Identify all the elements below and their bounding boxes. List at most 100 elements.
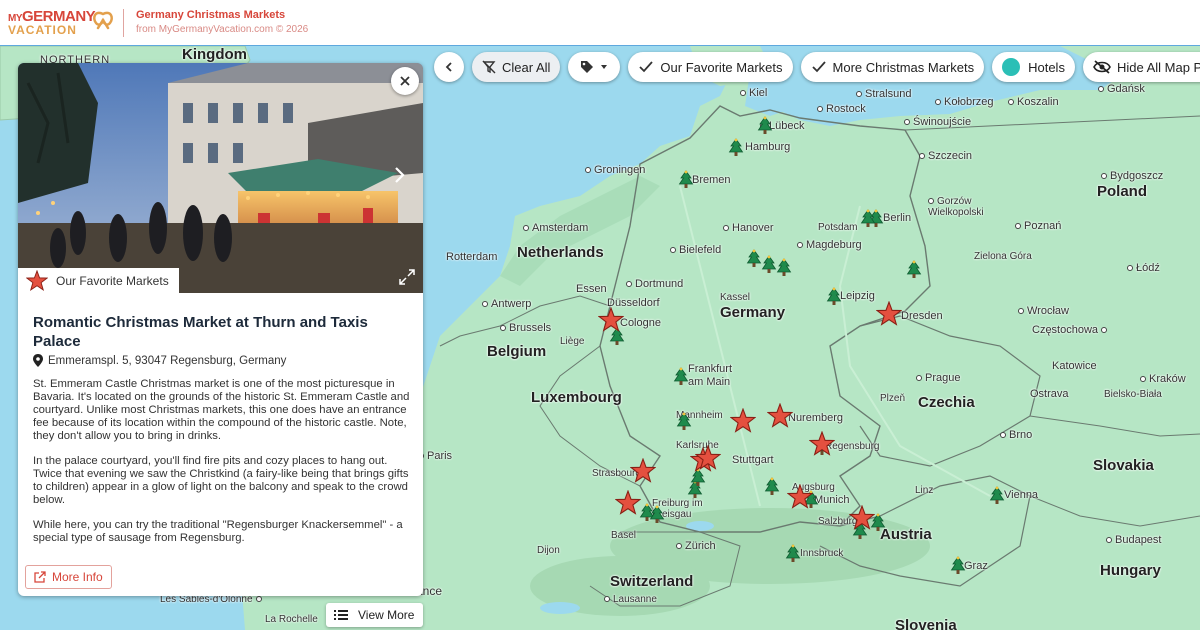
city-label: Świnoujście: [904, 116, 971, 128]
star-marker-icon: [26, 270, 48, 291]
country-label: Belgium: [487, 343, 547, 360]
hide-points-button[interactable]: Hide All Map Points: [1082, 52, 1200, 82]
description-paragraph: In the palace courtyard, you'll find fir…: [33, 455, 409, 506]
city-label: Frankfurt am Main: [688, 363, 733, 388]
city-label: Poznań: [1015, 220, 1061, 232]
city-label: Vienna: [1004, 489, 1039, 501]
favorite-market-marker[interactable]: [614, 489, 642, 516]
expand-icon[interactable]: [398, 268, 416, 286]
city-label: Graz: [964, 560, 988, 572]
christmas-market-marker[interactable]: [989, 486, 1005, 506]
country-label: Hungary: [1100, 562, 1161, 579]
filter-off-icon: [482, 60, 496, 74]
more-info-label: More Info: [52, 570, 103, 584]
favorite-market-marker[interactable]: [848, 504, 876, 531]
pretzel-icon: [93, 11, 113, 30]
city-label: Nuremberg: [788, 412, 844, 424]
city-label: Bremen: [692, 174, 731, 186]
city-label: Częstochowa: [1032, 324, 1110, 336]
christmas-market-marker[interactable]: [676, 412, 692, 432]
city-label: La Rochelle: [265, 614, 318, 625]
city-label: Prague: [916, 372, 960, 384]
favorites-toggle[interactable]: Our Favorite Markets: [628, 52, 793, 82]
collapse-panel-button[interactable]: [434, 52, 464, 82]
city-label: Rotterdam: [446, 251, 498, 263]
christmas-market-marker[interactable]: [673, 367, 689, 387]
clear-all-label: Clear All: [502, 59, 551, 75]
christmas-market-marker[interactable]: [860, 209, 876, 229]
header-divider: [123, 9, 124, 37]
favorite-market-marker[interactable]: [808, 430, 836, 457]
city-label: Katowice: [1052, 360, 1097, 372]
tag-filter-dropdown[interactable]: [568, 52, 621, 82]
country-label: Czechia: [918, 394, 975, 411]
country-label: Poland: [1097, 183, 1148, 200]
market-description: St. Emmeram Castle Christmas market is o…: [33, 378, 413, 557]
christmas-market-marker[interactable]: [761, 255, 777, 275]
hotel-dot-icon: [1002, 58, 1021, 76]
christmas-market-marker[interactable]: [678, 170, 694, 190]
city-label: Brno: [1000, 429, 1032, 441]
city-label: Łódź: [1127, 262, 1160, 274]
country-label: Switzerland: [610, 573, 694, 590]
favorite-market-marker[interactable]: [875, 300, 903, 327]
city-label: Kraków: [1140, 373, 1186, 385]
map-toolbar: Clear All Our Favorite Markets More Chri…: [434, 52, 1200, 82]
city-label: Koszalin: [1008, 96, 1059, 108]
city-label: Cologne: [620, 317, 661, 329]
page-subtitle: from MyGermanyVacation.com © 2026: [136, 24, 309, 35]
favorite-market-marker[interactable]: [694, 444, 722, 471]
city-label: Szczecin: [919, 150, 972, 162]
city-label: Dresden: [901, 310, 943, 322]
city-label: Stuttgart: [732, 454, 774, 466]
city-label: Paris: [418, 450, 452, 462]
christmas-market-marker[interactable]: [906, 260, 922, 280]
close-button[interactable]: [391, 67, 419, 95]
market-address-text: Emmeramspl. 5, 93047 Regensburg, Germany: [48, 354, 287, 367]
christmas-market-marker[interactable]: [649, 505, 665, 525]
favorite-market-marker[interactable]: [766, 402, 794, 429]
country-label: Slovenia: [895, 617, 957, 630]
city-label: Plzeň: [880, 393, 906, 404]
city-label: Bydgoszcz: [1101, 170, 1163, 182]
city-label: Budapest: [1106, 534, 1161, 546]
city-label: Rostock: [817, 103, 866, 115]
christmas-market-marker[interactable]: [746, 249, 762, 269]
favorite-market-marker[interactable]: [729, 407, 757, 434]
more-info-button[interactable]: More Info: [25, 565, 112, 589]
hide-points-label: Hide All Map Points: [1116, 59, 1200, 75]
city-label: Stralsund: [856, 88, 911, 100]
country-label: Luxembourg: [531, 389, 622, 406]
category-badge-label: Our Favorite Markets: [56, 274, 169, 288]
view-more-button[interactable]: View More: [326, 603, 423, 627]
christmas-market-marker[interactable]: [728, 138, 744, 158]
christmas-market-marker[interactable]: [785, 544, 801, 564]
market-photo-image: [18, 63, 423, 293]
christmas-market-marker[interactable]: [757, 116, 773, 136]
city-label: Zürich: [676, 540, 716, 552]
christmas-market-marker[interactable]: [826, 287, 842, 307]
logo-sub: VACATION: [8, 23, 77, 37]
favorite-market-marker[interactable]: [629, 457, 657, 484]
country-label: Kingdom: [182, 46, 247, 63]
christmas-market-marker[interactable]: [776, 258, 792, 278]
city-label: Munich: [814, 494, 850, 506]
more-markets-toggle[interactable]: More Christmas Markets: [800, 52, 985, 82]
city-label: Kiel: [740, 87, 767, 99]
city-label: Zielona Góra: [974, 251, 1032, 262]
city-label: Dortmund: [626, 278, 683, 290]
city-label: Berlin: [883, 212, 912, 224]
site-logo[interactable]: MYGERMANY VACATION: [8, 6, 113, 40]
favorite-market-marker[interactable]: [786, 483, 814, 510]
favorite-market-marker[interactable]: [597, 306, 625, 333]
city-label: Potsdam: [818, 222, 858, 233]
city-label: Bielsko-Biała: [1104, 389, 1162, 400]
clear-all-button[interactable]: Clear All: [472, 52, 561, 82]
city-label: Leipzig: [840, 290, 875, 302]
hotels-toggle[interactable]: Hotels: [992, 52, 1075, 82]
next-photo-button[interactable]: [388, 165, 410, 191]
category-badge: Our Favorite Markets: [18, 268, 179, 294]
christmas-market-marker[interactable]: [950, 556, 966, 576]
christmas-market-marker[interactable]: [764, 477, 780, 497]
more-markets-label: More Christmas Markets: [832, 59, 975, 75]
